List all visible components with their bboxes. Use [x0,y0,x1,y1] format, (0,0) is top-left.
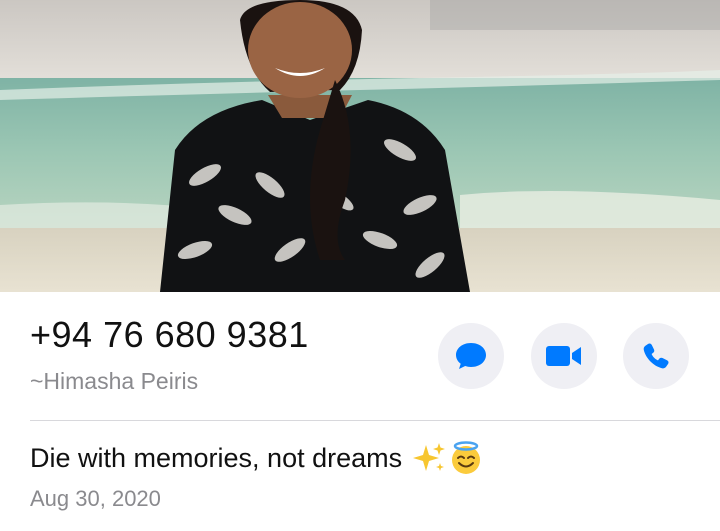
about-text: Die with memories, not dreams [30,442,403,473]
contact-header: +94 76 680 9381 ~Himasha Peiris [0,292,720,420]
video-call-button[interactable] [531,323,597,389]
smiling-face-with-halo-icon [452,441,481,474]
video-camera-icon [546,346,581,366]
about-date: Aug 30, 2020 [30,486,161,511]
about-status: Die with memories, not dreams [30,440,484,476]
contact-actions [0,323,720,389]
chat-bubble-icon [456,343,486,369]
about-emojis [412,440,484,476]
phone-icon [643,343,669,369]
section-divider [30,420,720,421]
profile-photo[interactable] [0,0,720,292]
sparkles-icon [413,443,446,471]
voice-call-button[interactable] [623,323,689,389]
message-button[interactable] [438,323,504,389]
